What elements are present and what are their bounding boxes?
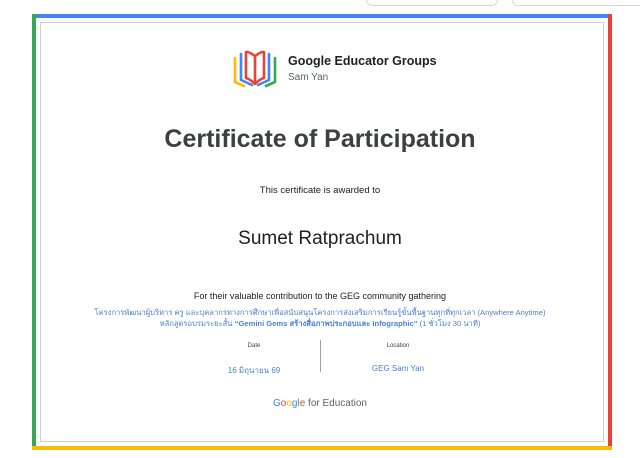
contribution-text: For their valuable contribution to the G… bbox=[193, 291, 447, 301]
certificate-title: Certificate of Participation bbox=[164, 125, 476, 153]
date-label: Date bbox=[247, 343, 261, 349]
brand-text: Google Educator Groups Sam Yan bbox=[288, 53, 437, 83]
program-line-1: โครงการพัฒนาผู้บริหาร ครู และบุคลากรทางก… bbox=[94, 308, 546, 317]
program-description: โครงการพัฒนาผู้บริหาร ครู และบุคลากรทางก… bbox=[0, 307, 640, 329]
date-value: 16 มิถุนายน 69 bbox=[227, 366, 281, 375]
open-book-logo-icon bbox=[233, 50, 277, 88]
program-course-title: “Gemini Gems สร้างสื่อภาพประกอบและ Infog… bbox=[234, 319, 418, 328]
border-top-blue bbox=[32, 14, 612, 18]
brand-header: Google Educator Groups Sam Yan bbox=[232, 46, 437, 90]
border-bottom-yellow bbox=[32, 446, 612, 450]
program-line-2: หลักสูตรอบรมระยะสั้น “Gemini Gems สร้างส… bbox=[0, 318, 640, 329]
top-stub-left bbox=[366, 0, 498, 6]
date-block: Date 16 มิถุนายน 69 bbox=[184, 343, 324, 377]
awarded-text: This certificate is awarded to bbox=[259, 185, 381, 196]
recipient-name: Sumet Ratprachum bbox=[238, 228, 402, 249]
location-block: Location GEG Sam Yan bbox=[328, 343, 468, 373]
brand-name: Google Educator Groups bbox=[288, 54, 437, 68]
brand-chapter: Sam Yan bbox=[288, 72, 329, 83]
google-letter-g: G bbox=[273, 398, 281, 409]
program-prefix: หลักสูตรอบรมระยะสั้น bbox=[159, 319, 233, 328]
top-stub-right bbox=[512, 0, 640, 6]
google-for-education-logo: Google for Education bbox=[0, 398, 640, 409]
google-letter-e: e bbox=[299, 398, 306, 409]
for-education-text: for Education bbox=[308, 398, 367, 409]
details-divider bbox=[320, 340, 321, 372]
location-value: GEG Sam Yan bbox=[371, 364, 425, 373]
location-label: Location bbox=[386, 343, 410, 349]
program-duration: (1 ชั่วโมง 30 นาที) bbox=[419, 319, 481, 328]
